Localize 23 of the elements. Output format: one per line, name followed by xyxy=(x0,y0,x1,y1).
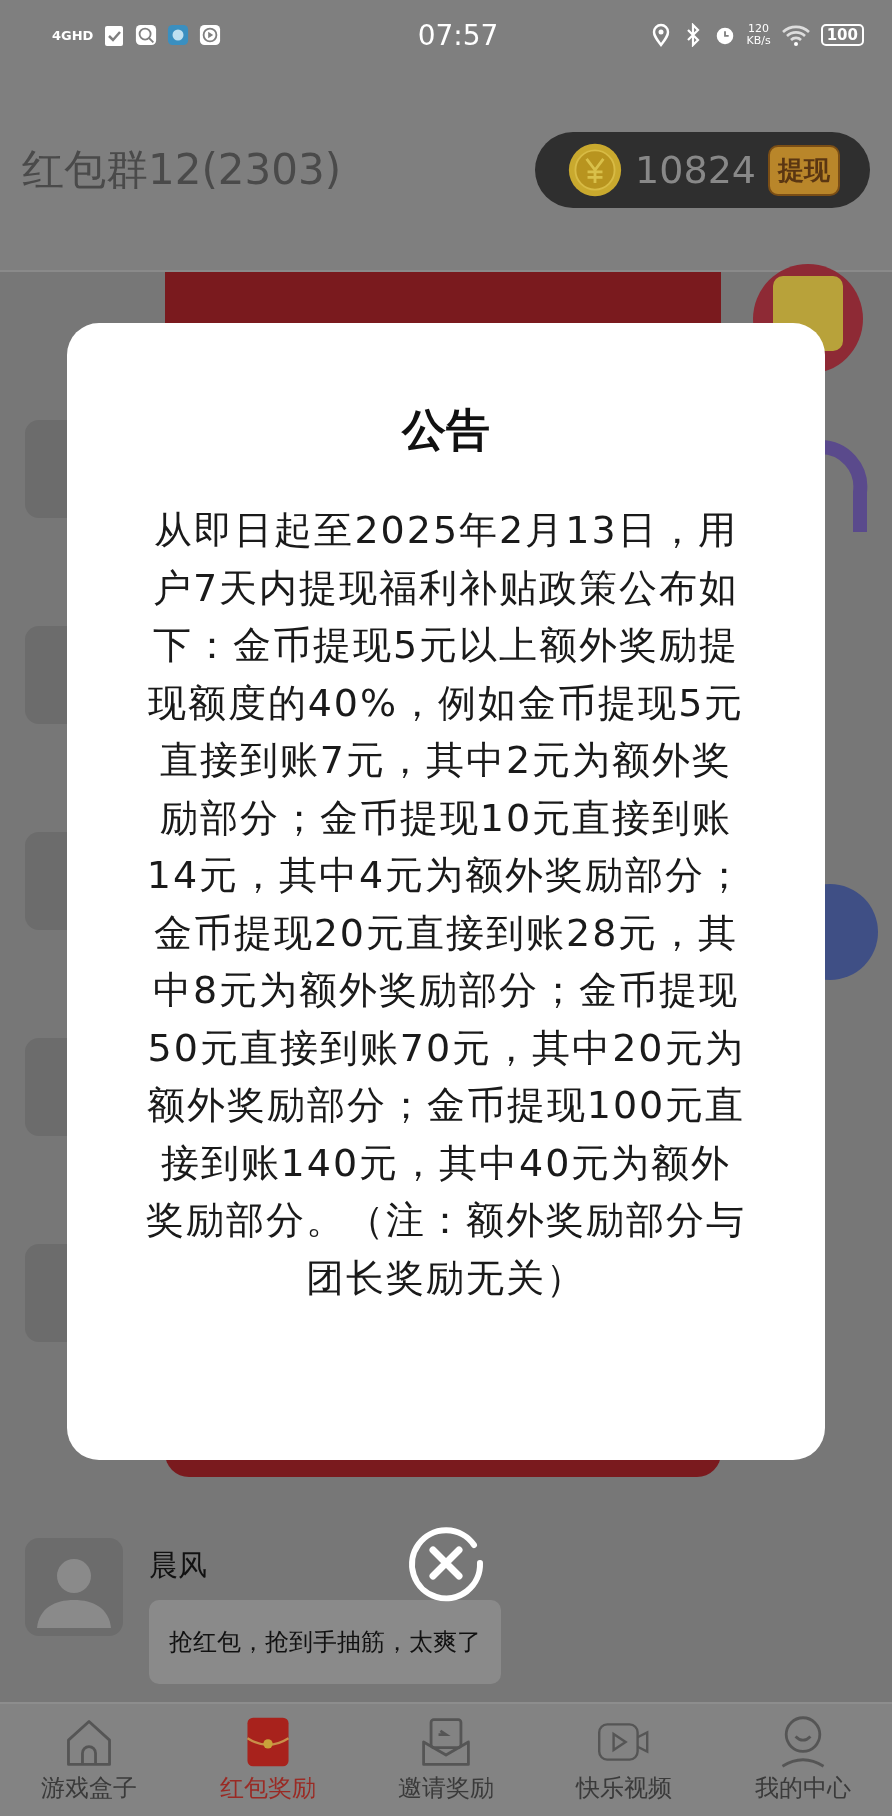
wifi-icon xyxy=(780,23,811,47)
nav-tab[interactable]: 游戏盒子 xyxy=(0,1704,179,1816)
withdraw-button[interactable]: 提现 xyxy=(768,144,840,196)
dialog-title: 公告 xyxy=(402,403,490,457)
message-bubble: 抢红包，抢到手抽筋，太爽了 xyxy=(149,1600,501,1684)
nav-tab[interactable]: 红包奖励 xyxy=(178,1704,357,1816)
play-app-icon xyxy=(199,23,222,47)
coin-count: 10824 xyxy=(635,148,756,192)
network-speed: 120 xyxy=(748,23,770,35)
avatar-icon xyxy=(25,1538,123,1636)
clipboard-check-icon xyxy=(103,23,126,47)
nav-tab[interactable]: 邀请奖励 xyxy=(356,1704,536,1816)
sender-name: 晨风 xyxy=(149,1547,208,1584)
battery-indicator: 100 xyxy=(820,24,864,46)
speed-unit: KB/s xyxy=(746,35,771,47)
nav-tab[interactable]: 快乐视频 xyxy=(535,1704,714,1816)
clock-time: 07:57 xyxy=(417,18,499,52)
chat-app-icon xyxy=(167,23,190,47)
search-app-icon xyxy=(135,23,158,47)
coin-icon xyxy=(567,142,624,198)
network-indicator: 4GHD xyxy=(52,27,94,43)
nav-tab[interactable]: 我的中心 xyxy=(713,1704,892,1816)
announcement-text: 从即日起至2025年2月13日，用户7天内提现福利补贴政策公布如下：金币提现5元以上额外奖励提现额度的40%，例如金币提现5元直接到账7元，其中2元为额外奖励部分；金币提现10元直接到账14元，其中4元为额外奖励部分；金币提现20元直接到账28元，其中8元为额外奖励部分；金币提现50元直接到账70元，其中20元为额外奖励部分；金币提现100元直接到账140元，其中40元为额外奖励部分。（注：额外奖励部分与团长奖励无关） xyxy=(146,507,746,1302)
